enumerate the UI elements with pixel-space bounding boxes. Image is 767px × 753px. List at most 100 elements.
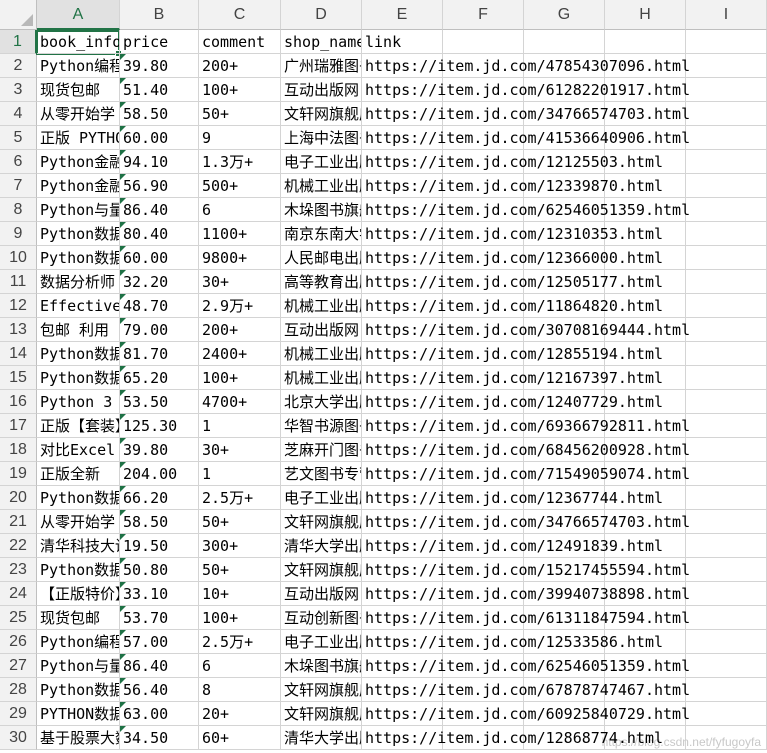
empty-cell[interactable] xyxy=(686,654,767,678)
cell-shop-name[interactable]: 南京东南大学 xyxy=(281,222,362,246)
cell-comment[interactable]: 200+ xyxy=(199,318,281,342)
cell-book-info[interactable]: 包邮 利用 xyxy=(37,318,120,342)
cell-shop-name[interactable]: 木垛图书旗舰店 xyxy=(281,198,362,222)
cell-shop-name[interactable]: 文轩网旗舰店 xyxy=(281,102,362,126)
cell-shop-name[interactable]: 互动出版网 xyxy=(281,582,362,606)
cell-comment[interactable]: 2.5万+ xyxy=(199,630,281,654)
cell-price[interactable]: 94.10 xyxy=(120,150,199,174)
column-header-b[interactable]: B xyxy=(120,0,199,30)
cell-comment[interactable]: 2.5万+ xyxy=(199,486,281,510)
cell-shop-name[interactable]: 机械工业出版社 xyxy=(281,366,362,390)
cell-price[interactable]: 53.70 xyxy=(120,606,199,630)
cell-shop-name[interactable]: 文轩网旗舰店 xyxy=(281,558,362,582)
cell-link[interactable]: https://item.jd.com/71549059074.html xyxy=(362,462,690,486)
cell-comment[interactable]: 1.3万+ xyxy=(199,150,281,174)
empty-cell[interactable] xyxy=(686,510,767,534)
row-header[interactable]: 16 xyxy=(0,390,37,414)
cell-shop-name[interactable]: 清华大学出版社 xyxy=(281,726,362,750)
row-header[interactable]: 26 xyxy=(0,630,37,654)
cell-link[interactable]: https://item.jd.com/69366792811.html xyxy=(362,414,690,438)
cell-link[interactable]: https://item.jd.com/12855194.html xyxy=(362,342,663,366)
cell-shop-name[interactable]: 互动创新图书 xyxy=(281,606,362,630)
cell-price[interactable]: 86.40 xyxy=(120,198,199,222)
empty-cell[interactable] xyxy=(686,294,767,318)
empty-cell[interactable] xyxy=(686,342,767,366)
spreadsheet-grid[interactable]: ABCDEFGHI 1 book_info price comment shop_nam… xyxy=(0,0,767,753)
empty-cell[interactable] xyxy=(686,558,767,582)
cell-link[interactable]: https://item.jd.com/30708169444.html xyxy=(362,318,690,342)
row-header[interactable]: 15 xyxy=(0,366,37,390)
cell-shop-name[interactable]: 华智书源图书 xyxy=(281,414,362,438)
empty-cell[interactable] xyxy=(686,582,767,606)
cell-link[interactable]: https://item.jd.com/67878747467.html xyxy=(362,678,690,702)
column-header-d[interactable]: D xyxy=(281,0,362,30)
cell-book-info[interactable]: 对比Excel xyxy=(37,438,120,462)
empty-cell[interactable] xyxy=(686,702,767,726)
empty-cell[interactable] xyxy=(686,102,767,126)
cell-book-info[interactable]: 正版【套装】 xyxy=(37,414,120,438)
cell-book-info[interactable]: Python数据 xyxy=(37,246,120,270)
cell-book-info[interactable]: Python 3 xyxy=(37,390,120,414)
row-header[interactable]: 9 xyxy=(0,222,37,246)
cell-book-info[interactable]: 正版全新 xyxy=(37,462,120,486)
cell-header-shop-name[interactable]: shop_name xyxy=(281,30,362,54)
empty-cell[interactable] xyxy=(524,30,605,54)
cell-price[interactable]: 33.10 xyxy=(120,582,199,606)
cell-book-info[interactable]: Python数据 xyxy=(37,486,120,510)
cell-shop-name[interactable]: 芝麻开门图书 xyxy=(281,438,362,462)
cell-comment[interactable]: 2400+ xyxy=(199,342,281,366)
cell-book-info[interactable]: 现货包邮 xyxy=(37,606,120,630)
cell-price[interactable]: 60.00 xyxy=(120,246,199,270)
cell-book-info[interactable]: 现货包邮 xyxy=(37,78,120,102)
row-header[interactable]: 13 xyxy=(0,318,37,342)
cell-shop-name[interactable]: 电子工业出版社 xyxy=(281,486,362,510)
empty-cell[interactable] xyxy=(686,318,767,342)
row-header[interactable]: 7 xyxy=(0,174,37,198)
cell-comment[interactable]: 4700+ xyxy=(199,390,281,414)
cell-price[interactable]: 56.40 xyxy=(120,678,199,702)
column-header-f[interactable]: F xyxy=(443,0,524,30)
empty-cell[interactable] xyxy=(686,390,767,414)
cell-link[interactable]: https://item.jd.com/62546051359.html xyxy=(362,654,690,678)
cell-shop-name[interactable]: 机械工业出版社 xyxy=(281,294,362,318)
empty-cell[interactable] xyxy=(686,414,767,438)
cell-link[interactable]: https://item.jd.com/15217455594.html xyxy=(362,558,690,582)
cell-comment[interactable]: 50+ xyxy=(199,558,281,582)
empty-cell[interactable] xyxy=(686,30,767,54)
cell-book-info[interactable]: Python编程 xyxy=(37,630,120,654)
cell-comment[interactable]: 100+ xyxy=(199,606,281,630)
cell-comment[interactable]: 1 xyxy=(199,414,281,438)
cell-comment[interactable]: 100+ xyxy=(199,78,281,102)
row-header[interactable]: 17 xyxy=(0,414,37,438)
cell-book-info[interactable]: Effective Python xyxy=(37,294,120,318)
row-header[interactable]: 10 xyxy=(0,246,37,270)
cell-book-info[interactable]: Python金融 xyxy=(37,174,120,198)
cell-link[interactable]: https://item.jd.com/41536640906.html xyxy=(362,126,690,150)
cell-price[interactable]: 204.00 xyxy=(120,462,199,486)
column-header-a[interactable]: A xyxy=(37,0,120,30)
cell-link[interactable]: https://item.jd.com/39940738898.html xyxy=(362,582,690,606)
row-header[interactable]: 3 xyxy=(0,78,37,102)
empty-cell[interactable] xyxy=(443,30,524,54)
cell-link[interactable]: https://item.jd.com/60925840729.html xyxy=(362,702,690,726)
empty-cell[interactable] xyxy=(686,270,767,294)
row-header[interactable]: 20 xyxy=(0,486,37,510)
empty-cell[interactable] xyxy=(605,30,686,54)
cell-comment[interactable]: 6 xyxy=(199,198,281,222)
cell-comment[interactable]: 200+ xyxy=(199,54,281,78)
cell-shop-name[interactable]: 人民邮电出版社 xyxy=(281,246,362,270)
cell-link[interactable]: https://item.jd.com/47854307096.html xyxy=(362,54,690,78)
cell-book-info[interactable]: Python编程 xyxy=(37,54,120,78)
column-header-i[interactable]: I xyxy=(686,0,767,30)
cell-price[interactable]: 66.20 xyxy=(120,486,199,510)
cell-price[interactable]: 19.50 xyxy=(120,534,199,558)
cell-link[interactable]: https://item.jd.com/61282201917.html xyxy=(362,78,690,102)
cell-book-info[interactable]: 基于股票大数据 xyxy=(37,726,120,750)
cell-link[interactable]: https://item.jd.com/34766574703.html xyxy=(362,102,690,126)
row-header[interactable]: 28 xyxy=(0,678,37,702)
cell-price[interactable]: 63.00 xyxy=(120,702,199,726)
empty-cell[interactable] xyxy=(686,78,767,102)
row-header[interactable]: 30 xyxy=(0,726,37,750)
row-header[interactable]: 24 xyxy=(0,582,37,606)
row-header[interactable]: 1 xyxy=(0,30,37,54)
